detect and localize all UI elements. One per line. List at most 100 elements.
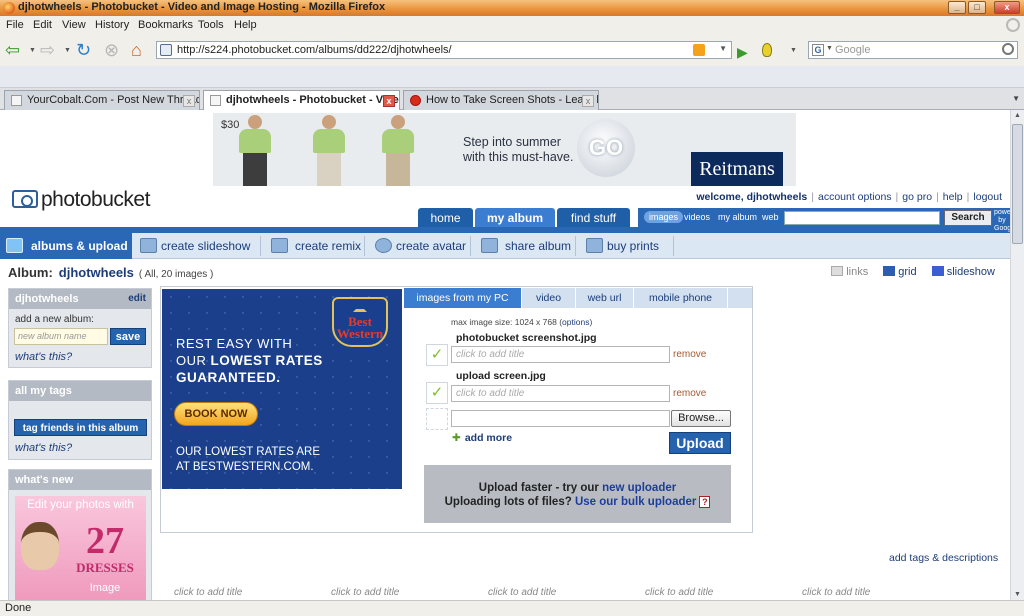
view-slideshow[interactable]: slideshow — [931, 266, 995, 278]
close-tab-icon[interactable]: x — [183, 95, 195, 107]
lightbulb-icon[interactable] — [762, 43, 772, 57]
view-options: links grid slideshow — [819, 266, 995, 278]
remove-file-link[interactable]: remove — [673, 349, 706, 360]
image-title-placeholder[interactable]: click to add title — [331, 587, 399, 598]
menu-edit[interactable]: Edit — [33, 19, 52, 31]
albums-upload-button[interactable]: albums & upload — [0, 233, 132, 259]
minimize-button[interactable]: _ — [948, 1, 966, 14]
toolbar-dropdown-icon[interactable]: ▼ — [790, 47, 797, 54]
stop-icon[interactable]: ⊗ — [104, 40, 119, 60]
web-search-box[interactable]: G ▼ Google — [808, 41, 1018, 59]
engine-dropdown-icon[interactable]: ▼ — [826, 45, 833, 52]
url-text[interactable]: http://s224.photobucket.com/albums/dd222… — [177, 44, 452, 56]
book-now-button[interactable]: BOOK NOW — [174, 402, 258, 426]
create-slideshow-button[interactable]: create slideshow — [137, 233, 250, 259]
remove-file-link[interactable]: remove — [673, 388, 706, 399]
save-album-button[interactable]: save — [110, 328, 146, 345]
scope-my-album[interactable]: my album — [718, 212, 757, 222]
close-window-button[interactable]: x — [994, 1, 1020, 14]
model-image — [376, 115, 420, 186]
rss-feed-icon[interactable] — [693, 44, 705, 56]
menu-tools[interactable]: Tools — [198, 19, 224, 31]
tab-photobucket[interactable]: djhotwheels - Photobucket - Vide... x — [203, 90, 400, 111]
bulk-uploader-link[interactable]: Use our bulk uploader — [575, 496, 696, 508]
tab-video[interactable]: video — [522, 288, 576, 308]
tab-screen-shots[interactable]: How to Take Screen Shots - Learn h... x — [403, 90, 599, 110]
file-path-input[interactable] — [451, 410, 670, 427]
back-history-dropdown-icon[interactable]: ▼ — [29, 47, 36, 54]
go-pro-link[interactable]: go pro — [902, 191, 932, 203]
album-name[interactable]: djhotwheels — [59, 265, 134, 280]
file-title-input[interactable]: click to add title — [451, 346, 670, 363]
edit-album-link[interactable]: edit — [128, 289, 146, 309]
tab-home[interactable]: home — [418, 208, 473, 228]
maximize-button[interactable]: □ — [968, 1, 986, 14]
menu-help[interactable]: Help — [234, 19, 257, 31]
image-title-placeholder[interactable]: click to add title — [802, 587, 870, 598]
scroll-up-icon[interactable]: ▲ — [1014, 112, 1021, 119]
google-engine-icon[interactable]: G — [812, 44, 824, 56]
site-search-input[interactable] — [784, 211, 940, 225]
tab-images-from-pc[interactable]: images from my PC — [404, 288, 522, 308]
menu-view[interactable]: View — [62, 19, 86, 31]
image-title-placeholder[interactable]: click to add title — [645, 587, 713, 598]
add-more-label: add more — [464, 432, 513, 444]
back-icon[interactable]: ⇦ — [5, 40, 20, 60]
add-more-link[interactable]: ✚ add more — [452, 432, 512, 444]
tab-my-album[interactable]: my album — [475, 208, 555, 228]
upload-button[interactable]: Upload — [669, 432, 731, 454]
close-tab-icon[interactable]: x — [582, 95, 594, 107]
account-options-link[interactable]: account options — [818, 191, 892, 203]
share-album-button[interactable]: share album — [478, 233, 571, 259]
new-album-name-input[interactable]: new album name — [14, 328, 108, 345]
browse-button[interactable]: Browse... — [671, 410, 731, 427]
whats-this-link[interactable]: what's this? — [15, 351, 72, 363]
go-icon[interactable]: ▶ — [737, 44, 748, 61]
search-icon[interactable] — [1002, 43, 1014, 55]
buy-prints-button[interactable]: buy prints — [583, 233, 659, 259]
size-options-link[interactable]: options — [562, 317, 589, 327]
vertical-scrollbar[interactable]: ▲ ▼ — [1010, 110, 1024, 600]
menu-history[interactable]: History — [95, 19, 129, 31]
tab-find-stuff[interactable]: find stuff — [557, 208, 630, 228]
scroll-down-icon[interactable]: ▼ — [1014, 591, 1021, 598]
home-icon[interactable]: ⌂ — [131, 40, 142, 60]
help-link[interactable]: help — [943, 191, 963, 203]
tab-mobile-phone[interactable]: mobile phone — [634, 288, 728, 308]
whats-this-link[interactable]: what's this? — [15, 442, 72, 454]
tag-friends-button[interactable]: tag friends in this album — [14, 419, 147, 436]
scroll-thumb[interactable] — [1012, 124, 1023, 244]
new-uploader-link[interactable]: new uploader — [602, 482, 676, 494]
add-tags-link[interactable]: add tags & descriptions — [889, 552, 998, 564]
address-bar[interactable]: http://s224.photobucket.com/albums/dd222… — [156, 41, 732, 59]
forward-history-dropdown-icon[interactable]: ▼ — [64, 47, 71, 54]
view-links[interactable]: links — [831, 266, 868, 278]
promo-banner[interactable]: Edit your photos with 27 DRESSES Image — [15, 496, 146, 600]
scope-videos[interactable]: videos — [684, 212, 710, 222]
menu-file[interactable]: File — [6, 19, 24, 31]
image-title-placeholder[interactable]: click to add title — [174, 587, 242, 598]
url-history-dropdown-icon[interactable]: ▼ — [719, 44, 727, 53]
scope-images[interactable]: images — [644, 211, 684, 223]
site-search-button[interactable]: Search — [944, 210, 992, 226]
create-avatar-button[interactable]: create avatar — [372, 233, 466, 259]
reload-icon[interactable]: ↻ — [76, 40, 91, 60]
tab-yourcobalt[interactable]: YourCobalt.Com - Post New Thread x — [4, 90, 200, 110]
photobucket-logo[interactable]: photobucket — [12, 188, 150, 212]
tab-web-url[interactable]: web url — [576, 288, 634, 308]
reitmans-banner-ad[interactable]: $30 Step into summer with this must-have… — [213, 113, 796, 186]
view-grid[interactable]: grid — [883, 266, 917, 278]
close-tab-icon[interactable]: x — [383, 95, 395, 107]
tab-list-dropdown-icon[interactable]: ▼ — [1012, 94, 1020, 103]
help-icon[interactable]: ? — [699, 496, 711, 508]
scope-web[interactable]: web — [762, 212, 779, 222]
menu-bookmarks[interactable]: Bookmarks — [138, 19, 193, 31]
ad-go-button[interactable]: GO — [577, 119, 635, 177]
logout-link[interactable]: logout — [973, 191, 1002, 203]
best-western-ad[interactable]: Best Western REST EASY WITH OUR LOWEST R… — [162, 289, 402, 489]
web-search-placeholder: Google — [835, 44, 871, 56]
create-remix-button[interactable]: create remix — [268, 233, 361, 259]
file-title-input[interactable]: click to add title — [451, 385, 670, 402]
image-title-placeholder[interactable]: click to add title — [488, 587, 556, 598]
forward-icon[interactable]: ⇨ — [40, 40, 55, 60]
